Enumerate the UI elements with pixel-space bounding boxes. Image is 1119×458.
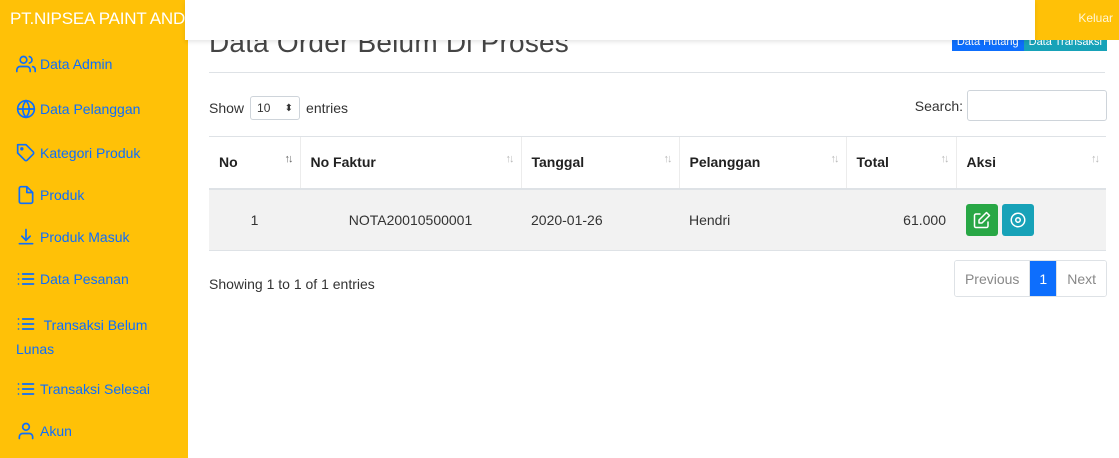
entries-length-control: Show 10 ⬍ entries [209, 96, 348, 120]
table-info: Showing 1 to 1 of 1 entries [209, 276, 375, 292]
cell-aksi [956, 188, 1106, 251]
file-icon [18, 185, 34, 205]
sidebar-item-data-admin[interactable]: Data Admin [16, 54, 112, 74]
sidebar-item-label: Produk Masuk [40, 229, 130, 245]
sort-icon: ↑↓ [284, 153, 294, 165]
edit-button[interactable] [966, 203, 998, 236]
top-navbar: PT.NIPSEA PAINT AND C Keluar [0, 0, 1119, 40]
sidebar-item-data-pelanggan[interactable]: Data Pelanggan [16, 99, 140, 119]
sidebar-item-label: Transaksi Selesai [40, 381, 150, 397]
column-header-no[interactable]: No ↑↓ [209, 136, 300, 190]
sort-icon: ↑↓ [940, 153, 950, 165]
pagination: Previous 1 Next [953, 260, 1107, 297]
list-icon [17, 273, 35, 285]
entries-label: entries [306, 100, 349, 116]
table-header-row: No ↑↓ No Faktur ↑↓ Tanggal ↑↓ Pelanggan ↑↓ T… [209, 136, 1106, 190]
column-header-pelanggan[interactable]: Pelanggan ↑↓ [678, 136, 846, 190]
column-header-aksi[interactable]: Aksi ↑↓ [955, 136, 1106, 190]
brand-title[interactable]: PT.NIPSEA PAINT AND C [10, 9, 188, 29]
globe-icon [16, 99, 36, 119]
sidebar-item-akun[interactable]: Akun [16, 421, 72, 441]
pagination-previous[interactable]: Previous [954, 261, 1030, 296]
updown-icon: ⬍ [284, 102, 294, 114]
cell-tanggal: 2020-01-26 [521, 188, 679, 251]
show-label: Show [209, 100, 245, 116]
sidebar-item-data-pesanan[interactable]: Data Pesanan [16, 269, 129, 289]
sidebar-item-produk-masuk[interactable]: Produk Masuk [16, 227, 129, 247]
entries-select[interactable]: 10 ⬍ [250, 96, 301, 120]
eye-icon [1010, 212, 1026, 228]
sort-icon: ↑↓ [663, 153, 673, 165]
sidebar-item-produk[interactable]: Produk [16, 185, 84, 205]
sidebar-item-kategori-produk[interactable]: Kategori Produk [16, 143, 140, 163]
sidebar-item-label: Data Pelanggan [40, 101, 141, 117]
search-label: Search: [914, 97, 963, 114]
view-button[interactable] [1002, 203, 1034, 236]
cell-total: 61.000 [846, 188, 956, 251]
sort-icon: ↑↓ [830, 153, 840, 165]
table-row: 1 NOTA20010500001 2020-01-26 Hendri 61.0… [209, 188, 1106, 251]
navbar-panel [185, 0, 1035, 40]
edit-icon [973, 211, 991, 228]
list-icon [17, 318, 35, 330]
download-icon [18, 228, 34, 245]
entries-select-value: 10 [257, 101, 271, 115]
sidebar-item-label: Akun [40, 423, 72, 439]
sidebar-item-transaksi-selesai[interactable]: Transaksi Selesai [16, 379, 150, 399]
logout-link[interactable]: Keluar [1078, 11, 1113, 25]
sidebar-item-label: Data Admin [40, 56, 113, 72]
pagination-next[interactable]: Next [1056, 261, 1106, 296]
sidebar-item-label: Produk [40, 187, 85, 203]
list-icon [17, 383, 35, 395]
sidebar-item-label: Data Pesanan [40, 271, 129, 287]
column-header-total[interactable]: Total ↑↓ [845, 136, 956, 190]
tag-icon [16, 143, 35, 162]
divider [209, 72, 1105, 73]
search-control: Search: [915, 90, 1107, 121]
search-input[interactable] [967, 90, 1107, 121]
sidebar: Data Admin Data Pelanggan Kategori Produ… [0, 40, 188, 458]
orders-table: No ↑↓ No Faktur ↑↓ Tanggal ↑↓ Pelanggan ↑↓ T… [209, 136, 1106, 251]
cell-no: 1 [209, 188, 300, 251]
sort-icon: ↑↓ [1091, 153, 1100, 165]
sidebar-item-transaksi-belum-lunas[interactable]: Transaksi Belum Lunas [16, 313, 166, 361]
cell-no-faktur: NOTA20010500001 [300, 188, 521, 251]
column-header-no-faktur[interactable]: No Faktur ↑↓ [299, 136, 521, 190]
user-icon [18, 422, 34, 440]
column-header-tanggal[interactable]: Tanggal ↑↓ [520, 136, 679, 190]
cell-pelanggan: Hendri [679, 188, 846, 251]
sort-icon: ↑↓ [505, 153, 515, 165]
users-icon [16, 55, 36, 73]
pagination-page-1[interactable]: 1 [1029, 261, 1057, 296]
sidebar-item-label: Kategori Produk [40, 145, 141, 161]
